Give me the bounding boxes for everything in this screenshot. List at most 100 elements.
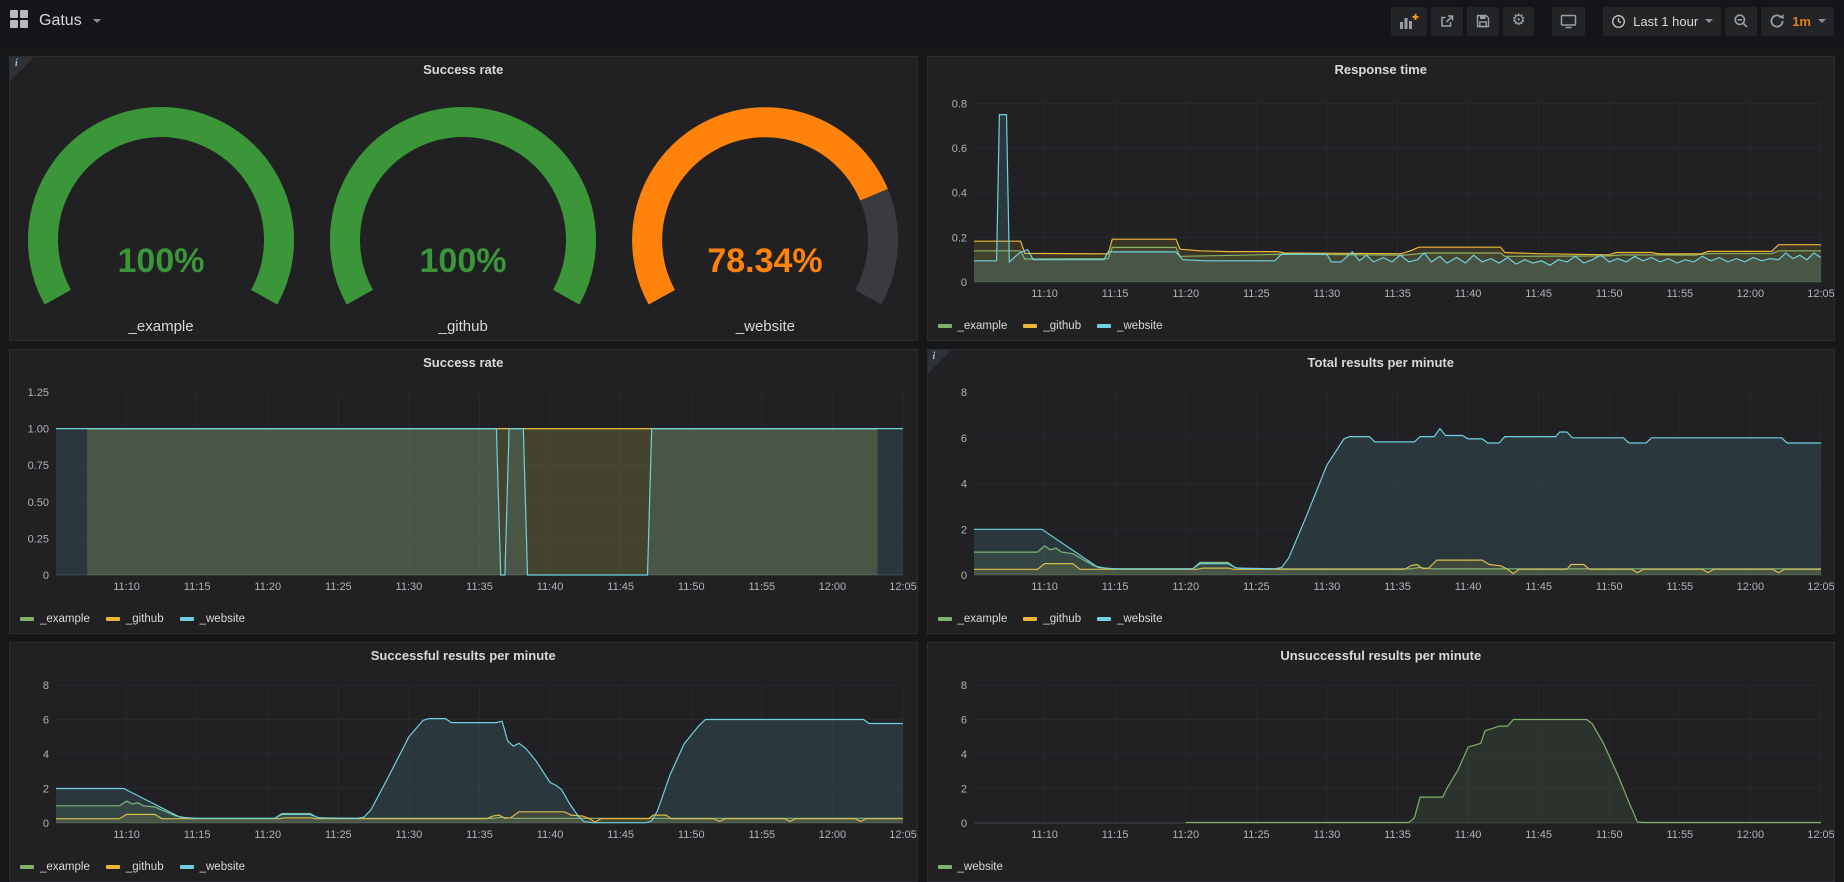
chart-legend: _website (938, 861, 1003, 873)
cycle-view-mode-button[interactable] (1552, 7, 1585, 36)
x-tick-label: 11:30 (1313, 288, 1340, 300)
x-tick-label: 11:55 (1666, 829, 1693, 841)
y-tick-label: 8 (43, 680, 49, 692)
x-tick-label: 11:25 (325, 581, 352, 593)
chart-legend: _example _github _website (20, 613, 245, 625)
legend-color-chip (938, 324, 952, 328)
legend-item-_example[interactable]: _example (20, 613, 90, 625)
x-tick-label: 11:45 (607, 829, 634, 841)
legend-item-_example[interactable]: _example (938, 613, 1008, 625)
x-tick-label: 12:05 (1807, 581, 1835, 593)
x-tick-label: 11:25 (1242, 288, 1269, 300)
legend-color-chip (180, 617, 194, 621)
x-tick-label: 11:15 (184, 829, 211, 841)
x-tick-label: 11:10 (1031, 581, 1058, 593)
panel-title[interactable]: Success rate (10, 62, 917, 77)
x-tick-label: 11:45 (1525, 581, 1552, 593)
chart-legend: _example _github _website (938, 320, 1163, 332)
x-tick-label: 11:20 (1172, 829, 1199, 841)
gauge-label: _github (439, 318, 488, 335)
x-tick-label: 12:05 (889, 581, 917, 593)
x-tick-label: 11:35 (466, 581, 493, 593)
x-tick-label: 12:05 (889, 829, 917, 841)
x-tick-label: 12:05 (1807, 829, 1835, 841)
panel-title[interactable]: Unsuccessful results per minute (928, 648, 1835, 663)
x-tick-label: 11:25 (325, 829, 352, 841)
legend-color-chip (938, 617, 952, 621)
legend-item-_example[interactable]: _example (938, 320, 1008, 332)
legend-color-chip (20, 617, 34, 621)
legend-color-chip (1023, 617, 1037, 621)
panel-success-rate-chart: Success rate _example _github _website 00.… (9, 349, 918, 634)
x-tick-label: 11:50 (1595, 829, 1622, 841)
legend-label: _example (40, 613, 90, 625)
x-tick-label: 11:50 (678, 829, 705, 841)
dashboard-picker[interactable]: Gatus (10, 10, 101, 33)
x-tick-label: 12:00 (819, 829, 847, 841)
gauge-value: 100% (118, 242, 205, 280)
legend-color-chip (106, 617, 120, 621)
legend-item-_github[interactable]: _github (106, 613, 164, 625)
x-tick-label: 11:30 (396, 829, 423, 841)
legend-label: _website (200, 861, 245, 873)
x-tick-label: 11:45 (1525, 829, 1552, 841)
panel-title[interactable]: Successful results per minute (10, 648, 917, 663)
x-tick-label: 11:35 (1384, 288, 1411, 300)
legend-color-chip (106, 865, 120, 869)
x-tick-label: 11:35 (1384, 829, 1411, 841)
refresh-picker[interactable]: 1m (1761, 7, 1834, 36)
x-tick-label: 11:10 (113, 581, 140, 593)
x-tick-label: 11:55 (748, 829, 775, 841)
x-tick-label: 11:35 (466, 829, 493, 841)
y-tick-label: 4 (43, 749, 49, 761)
add-panel-button[interactable] (1391, 7, 1427, 36)
legend-item-_example[interactable]: _example (20, 861, 90, 873)
successful_results-plot[interactable]: 0246811:1011:1511:2011:2511:3011:3511:40… (10, 643, 917, 881)
panel-title[interactable]: Response time (928, 62, 1835, 77)
success_rate-plot[interactable]: 00.250.500.751.001.2511:1011:1511:2011:2… (10, 350, 917, 633)
share-button[interactable] (1431, 7, 1463, 36)
x-tick-label: 11:55 (748, 581, 775, 593)
legend-item-_website[interactable]: _website (1097, 320, 1162, 332)
x-tick-label: 11:40 (537, 581, 564, 593)
legend-item-_website[interactable]: _website (180, 861, 245, 873)
legend-label: _github (1043, 320, 1081, 332)
response_time-plot[interactable]: 00.20.40.60.811:1011:1511:2011:2511:3011… (928, 57, 1835, 340)
total_results-plot[interactable]: 0246811:1011:1511:2011:2511:3011:3511:40… (928, 350, 1835, 633)
x-tick-label: 11:15 (1101, 581, 1128, 593)
y-tick-label: 2 (960, 524, 966, 536)
save-button[interactable] (1467, 7, 1499, 36)
panel-total-results: i Total results per minute _example_gith… (927, 349, 1836, 634)
legend-item-_github[interactable]: _github (106, 861, 164, 873)
legend-item-_website[interactable]: _website (938, 861, 1003, 873)
x-tick-label: 11:15 (1101, 288, 1128, 300)
panel-title[interactable]: Total results per minute (928, 355, 1835, 370)
legend-item-_github[interactable]: _github (1023, 320, 1081, 332)
x-tick-label: 11:40 (1454, 288, 1481, 300)
y-tick-label: 8 (960, 387, 966, 399)
zoom-out-button[interactable] (1725, 7, 1757, 36)
legend-item-_github[interactable]: _github (1023, 613, 1081, 625)
legend-item-_website[interactable]: _website (180, 613, 245, 625)
gauge-label: _website (736, 318, 795, 335)
x-tick-label: 11:15 (1101, 829, 1128, 841)
time-range-picker[interactable]: Last 1 hour (1603, 7, 1721, 36)
panel-success-rate-gauges: i Success rate 100%_example100%_github78… (9, 56, 918, 341)
legend-color-chip (1097, 324, 1111, 328)
unsuccessful_results-plot[interactable]: 0246811:1011:1511:2011:2511:3011:3511:40… (928, 643, 1835, 881)
y-tick-label: 0 (43, 818, 49, 830)
legend-item-_website[interactable]: _website (1097, 613, 1162, 625)
settings-button[interactable]: ⚙ (1503, 7, 1534, 36)
x-tick-label: 11:55 (1666, 288, 1693, 300)
panel-title[interactable]: Success rate (10, 355, 917, 370)
series-fill-_website (1185, 720, 1820, 824)
y-tick-label: 6 (43, 715, 49, 727)
y-tick-label: 0 (960, 570, 966, 582)
chevron-down-icon (1818, 19, 1826, 23)
legend-color-chip (1023, 324, 1037, 328)
x-tick-label: 11:30 (396, 581, 423, 593)
y-tick-label: 2 (960, 784, 966, 796)
y-tick-label: 0 (43, 570, 49, 582)
y-tick-label: 4 (960, 479, 966, 491)
gauge-_website: 78.34%_website (615, 100, 915, 335)
